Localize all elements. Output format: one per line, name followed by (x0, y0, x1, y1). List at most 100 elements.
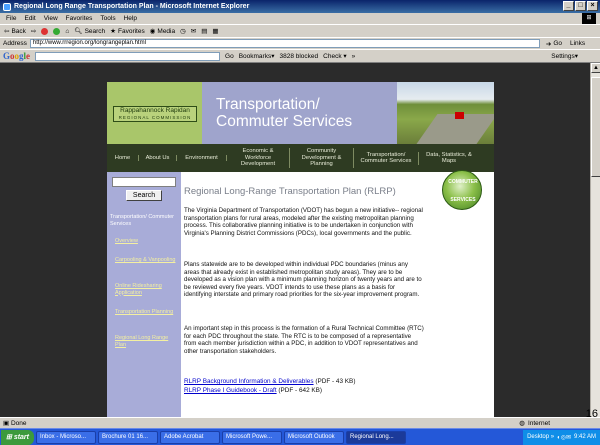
road-photo (397, 82, 494, 144)
back-button[interactable]: ⇦ Back (4, 27, 26, 36)
print-button[interactable]: ▤ (201, 27, 207, 35)
sidebar-item-overview[interactable]: Overview (115, 238, 177, 245)
forward-button[interactable]: ⇨ (31, 27, 36, 35)
refresh-button[interactable] (53, 27, 61, 35)
taskbar: ⊞ start Inbox - Microso... Brochure 01 1… (0, 428, 600, 445)
window-title: Regional Long Range Transportation Plan … (14, 3, 250, 10)
back-arrow-icon: ⇦ (4, 28, 10, 35)
minimize-button[interactable]: _ (563, 1, 574, 11)
mail-button[interactable]: ✉ (191, 27, 196, 35)
media-icon: ◉ (149, 28, 156, 35)
forward-arrow-icon: ⇨ (30, 28, 37, 35)
task-outlook[interactable]: Microsoft Outlook (284, 430, 344, 444)
nav-home[interactable]: Home (107, 154, 139, 162)
google-toolbar: Google Go Bookmarks▾ 3828 blocked Check … (0, 49, 600, 63)
task-powerpoint[interactable]: Microsoft Powe... (222, 430, 282, 444)
spell-check-button[interactable]: Check ▾ (323, 52, 347, 60)
task-brochure[interactable]: Brochure 01 16... (98, 430, 158, 444)
go-arrow-icon: ➔ (545, 40, 552, 48)
go-button[interactable]: ➔ Go (546, 40, 562, 48)
google-search-input[interactable] (35, 51, 221, 61)
start-button[interactable]: ⊞ start (1, 429, 34, 445)
sidebar-item-long-range-plan[interactable]: Regional Long Range Plan (115, 335, 177, 348)
star-icon: ★ (110, 28, 116, 35)
close-button[interactable]: × (587, 1, 598, 11)
logo-name: Rappahannock Rapidan (120, 107, 190, 114)
windows-flag-icon: ⊞ (6, 434, 14, 441)
maximize-button[interactable]: □ (575, 1, 586, 11)
settings-button[interactable]: Settings▾ (551, 52, 578, 60)
search-button[interactable]: 🔍︎ Search (74, 27, 105, 36)
desktop-toolbar[interactable]: Desktop » (527, 434, 554, 440)
tray-icons[interactable]: ◐◎✉ (557, 434, 571, 441)
site-search-input[interactable] (112, 177, 176, 187)
menu-edit[interactable]: Edit (24, 15, 35, 22)
task-inbox[interactable]: Inbox - Microso... (36, 430, 96, 444)
rlrp-background-link[interactable]: RLRP Background Information & Deliverabl… (184, 378, 314, 385)
vertical-scrollbar[interactable]: ▲ (590, 63, 600, 417)
status-bar: ▣ Done ◍ Internet (0, 417, 600, 428)
sidebar-item-ridesharing[interactable]: Online Ridesharing Application (115, 283, 177, 296)
site-search-button[interactable]: Search (126, 190, 162, 201)
menu-favorites[interactable]: Favorites (66, 15, 93, 22)
home-button[interactable]: ⌂ (65, 28, 69, 35)
edit-button[interactable]: ▦ (212, 27, 218, 35)
sidebar-heading: Transportation/ Commuter Services (110, 214, 174, 227)
nav-community-development[interactable]: Community Development & Planning (290, 148, 354, 168)
menu-tools[interactable]: Tools (100, 15, 115, 22)
menu-file[interactable]: File (6, 15, 16, 22)
nav-environment[interactable]: Environment (177, 154, 227, 162)
task-regional-long-range[interactable]: Regional Long... (346, 430, 406, 444)
page-icon: ▣ (3, 420, 11, 427)
sidebar-item-carpooling[interactable]: Carpooling & Vanpooling (115, 257, 177, 264)
browser-viewport: Rappahannock Rapidan REGIONAL COMMISSION… (0, 63, 590, 417)
history-icon: ◷ (180, 28, 186, 35)
task-acrobat[interactable]: Adobe Acrobat (160, 430, 220, 444)
status-text: Done (10, 419, 27, 427)
printer-icon: ▤ (201, 28, 208, 35)
nav-about-us[interactable]: About Us (139, 154, 177, 162)
scroll-up-icon[interactable]: ▲ (591, 63, 600, 73)
bookmarks-button[interactable]: Bookmarks▾ (239, 52, 275, 60)
edit-icon: ▦ (212, 28, 219, 35)
paragraph-intro: The Virginia Department of Transportatio… (184, 207, 423, 237)
main-content: Regional Long-Range Transportation Plan … (184, 172, 494, 417)
history-button[interactable]: ◷ (180, 27, 186, 35)
clock: 9:42 AM (573, 434, 596, 440)
home-icon: ⌂ (65, 27, 70, 35)
favorites-button[interactable]: ★ Favorites (110, 27, 145, 36)
media-button[interactable]: ◉ Media (149, 27, 175, 36)
ie-icon (3, 2, 11, 11)
nav-transportation[interactable]: Transportation/ Commuter Services (354, 151, 419, 165)
windows-logo-icon: ⊞ (582, 13, 596, 24)
standard-toolbar: ⇦ Back ⇨ ⌂ 🔍︎ Search ★ Favorites ◉ Media… (0, 24, 600, 37)
links-button[interactable]: Links (570, 40, 585, 47)
banner-title: Transportation/ Commuter Services (202, 82, 397, 144)
more-button[interactable]: » (352, 53, 356, 60)
link-line-guidebook: RLRP Phase I Guidebook - Draft (PDF - 64… (184, 387, 323, 394)
paragraph-rtc: An important step in this process is the… (184, 325, 424, 355)
link-line-background: RLRP Background Information & Deliverabl… (184, 378, 356, 385)
site-banner: Rappahannock Rapidan REGIONAL COMMISSION… (107, 82, 494, 144)
paragraph-plans: Plans statewide are to be developed with… (184, 261, 422, 298)
scrollbar-thumb[interactable] (591, 77, 600, 177)
sidebar-item-transportation-planning[interactable]: Transportation Planning (115, 309, 177, 316)
refresh-icon (53, 27, 61, 35)
web-page: Rappahannock Rapidan REGIONAL COMMISSION… (107, 82, 494, 417)
popups-blocked-count[interactable]: 3828 blocked (279, 53, 318, 60)
menu-view[interactable]: View (44, 15, 58, 22)
search-icon: 🔍︎ (74, 28, 83, 35)
address-input[interactable]: http://www.rrregion.org/longrangeplan.ht… (29, 39, 540, 48)
rlrp-guidebook-link[interactable]: RLRP Phase I Guidebook - Draft (184, 387, 277, 394)
menu-bar: File Edit View Favorites Tools Help ⊞ (0, 13, 600, 24)
site-logo[interactable]: Rappahannock Rapidan REGIONAL COMMISSION (107, 82, 202, 144)
page-title: Regional Long-Range Transportation Plan … (184, 186, 396, 197)
address-label: Address (3, 40, 27, 47)
menu-help[interactable]: Help (124, 15, 137, 22)
stop-button[interactable] (41, 27, 49, 35)
globe-icon: ◍ (519, 420, 525, 427)
google-go-button[interactable]: Go (225, 53, 234, 60)
google-logo[interactable]: Google (3, 51, 30, 61)
nav-economic-development[interactable]: Economic & Workforce Development (227, 148, 290, 168)
nav-data-statistics[interactable]: Data, Statistics, & Maps (419, 152, 479, 165)
